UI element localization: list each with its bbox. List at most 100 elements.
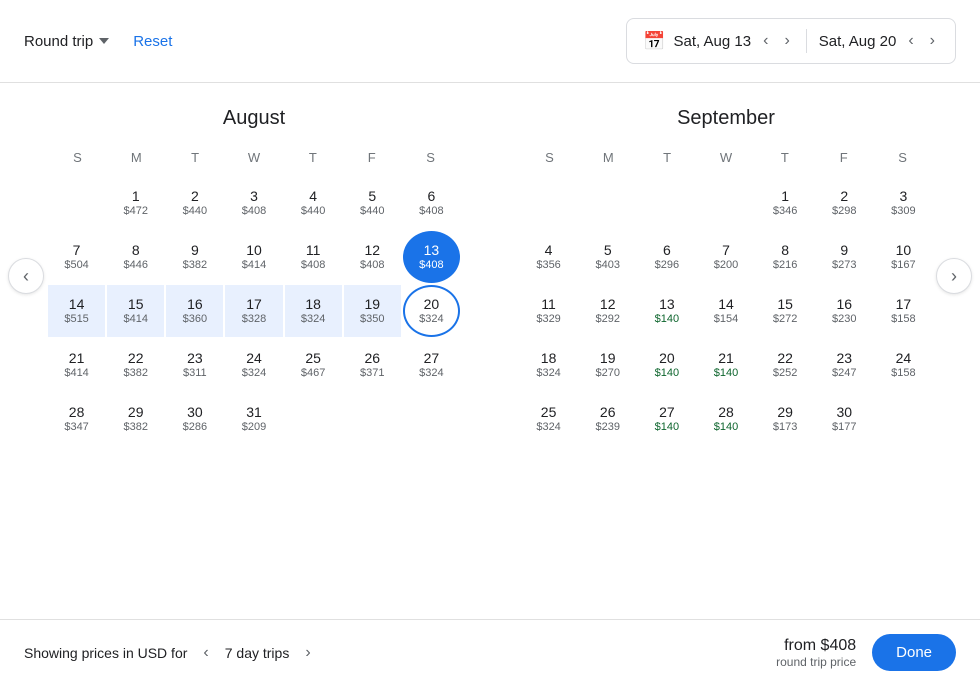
table-row[interactable]: 18$324 <box>520 339 577 391</box>
table-row[interactable]: 12$408 <box>344 231 401 283</box>
table-row[interactable]: 14$154 <box>697 285 754 337</box>
table-row[interactable]: 11$408 <box>285 231 342 283</box>
date-start-next-button[interactable]: › <box>780 30 793 52</box>
day-number: 5 <box>604 242 612 259</box>
table-row[interactable]: 13$140 <box>638 285 695 337</box>
date-start-prev-button[interactable]: ‹ <box>759 30 772 52</box>
day-number: 24 <box>896 350 912 367</box>
table-row[interactable]: 25$324 <box>520 393 577 445</box>
day-number: 25 <box>305 350 321 367</box>
trip-duration-prev-button[interactable]: ‹ <box>199 642 212 664</box>
table-row[interactable]: 6$296 <box>638 231 695 283</box>
top-bar: Round trip Reset 📅 Sat, Aug 13 ‹ › Sat, … <box>0 0 980 83</box>
day-number: 24 <box>246 350 262 367</box>
day-price: $324 <box>419 367 443 380</box>
table-row[interactable]: 13$408 <box>403 231 460 283</box>
table-row[interactable]: 27$324 <box>403 339 460 391</box>
table-row[interactable]: 3$309 <box>875 177 932 229</box>
table-row[interactable]: 11$329 <box>520 285 577 337</box>
table-row[interactable]: 2$298 <box>816 177 873 229</box>
day-number: 26 <box>600 404 616 421</box>
trip-duration-label: 7 day trips <box>225 645 290 661</box>
day-price: $292 <box>595 313 619 326</box>
table-row[interactable]: 24$158 <box>875 339 932 391</box>
table-row[interactable]: 29$173 <box>757 393 814 445</box>
table-row[interactable]: 6$408 <box>403 177 460 229</box>
table-row[interactable]: 1$346 <box>757 177 814 229</box>
table-row[interactable]: 1$472 <box>107 177 164 229</box>
table-row[interactable]: 5$440 <box>344 177 401 229</box>
calendar-next-button[interactable]: › <box>936 258 972 294</box>
table-row[interactable]: 19$270 <box>579 339 636 391</box>
day-number: 15 <box>128 296 144 313</box>
table-row[interactable]: 28$140 <box>697 393 754 445</box>
date-end-next-button[interactable]: › <box>926 30 939 52</box>
table-row[interactable]: 29$382 <box>107 393 164 445</box>
day-header: T <box>166 146 225 169</box>
table-row[interactable]: 30$177 <box>816 393 873 445</box>
table-row[interactable]: 4$356 <box>520 231 577 283</box>
table-row[interactable]: 26$371 <box>344 339 401 391</box>
day-price: $414 <box>123 313 147 326</box>
table-row[interactable]: 5$403 <box>579 231 636 283</box>
table-row[interactable]: 9$273 <box>816 231 873 283</box>
table-row <box>579 177 636 229</box>
table-row[interactable]: 7$504 <box>48 231 105 283</box>
table-row[interactable]: 7$200 <box>697 231 754 283</box>
day-number: 20 <box>659 350 675 367</box>
table-row[interactable]: 25$467 <box>285 339 342 391</box>
table-row[interactable]: 14$515 <box>48 285 105 337</box>
day-price: $324 <box>536 421 560 434</box>
day-price: $360 <box>183 313 207 326</box>
table-row[interactable]: 8$216 <box>757 231 814 283</box>
table-row[interactable]: 27$140 <box>638 393 695 445</box>
day-number: 12 <box>364 242 380 259</box>
table-row[interactable]: 22$252 <box>757 339 814 391</box>
table-row[interactable]: 21$414 <box>48 339 105 391</box>
trip-type-selector[interactable]: Round trip <box>24 33 109 50</box>
done-button[interactable]: Done <box>872 634 956 671</box>
table-row <box>48 177 105 229</box>
day-price: $403 <box>595 259 619 272</box>
day-number: 4 <box>545 242 553 259</box>
table-row[interactable]: 17$328 <box>225 285 282 337</box>
table-row[interactable]: 23$247 <box>816 339 873 391</box>
table-row[interactable]: 9$382 <box>166 231 223 283</box>
day-price: $239 <box>595 421 619 434</box>
trip-duration-next-button[interactable]: › <box>301 642 314 664</box>
table-row[interactable]: 10$414 <box>225 231 282 283</box>
table-row[interactable]: 20$140 <box>638 339 695 391</box>
day-number: 8 <box>132 242 140 259</box>
table-row[interactable]: 8$446 <box>107 231 164 283</box>
table-row[interactable]: 26$239 <box>579 393 636 445</box>
table-row[interactable]: 30$286 <box>166 393 223 445</box>
table-row[interactable]: 20$324 <box>403 285 460 337</box>
table-row[interactable]: 2$440 <box>166 177 223 229</box>
table-row[interactable]: 18$324 <box>285 285 342 337</box>
table-row[interactable]: 21$140 <box>697 339 754 391</box>
day-header: W <box>697 146 756 169</box>
table-row[interactable]: 23$311 <box>166 339 223 391</box>
table-row[interactable]: 31$209 <box>225 393 282 445</box>
day-price: $504 <box>64 259 88 272</box>
table-row[interactable]: 3$408 <box>225 177 282 229</box>
table-row[interactable]: 12$292 <box>579 285 636 337</box>
table-row[interactable]: 17$158 <box>875 285 932 337</box>
table-row[interactable]: 24$324 <box>225 339 282 391</box>
day-number: 2 <box>840 188 848 205</box>
table-row[interactable]: 15$272 <box>757 285 814 337</box>
table-row[interactable]: 16$360 <box>166 285 223 337</box>
day-price: $272 <box>773 313 797 326</box>
table-row[interactable]: 15$414 <box>107 285 164 337</box>
table-row[interactable]: 28$347 <box>48 393 105 445</box>
table-row[interactable]: 19$350 <box>344 285 401 337</box>
table-row[interactable]: 16$230 <box>816 285 873 337</box>
day-number: 7 <box>722 242 730 259</box>
calendar-prev-button[interactable]: ‹ <box>8 258 44 294</box>
table-row[interactable]: 4$440 <box>285 177 342 229</box>
table-row[interactable]: 10$167 <box>875 231 932 283</box>
august-day-headers: SMTWTFS <box>48 146 460 169</box>
date-end-prev-button[interactable]: ‹ <box>904 30 917 52</box>
reset-button[interactable]: Reset <box>133 33 172 50</box>
table-row[interactable]: 22$382 <box>107 339 164 391</box>
